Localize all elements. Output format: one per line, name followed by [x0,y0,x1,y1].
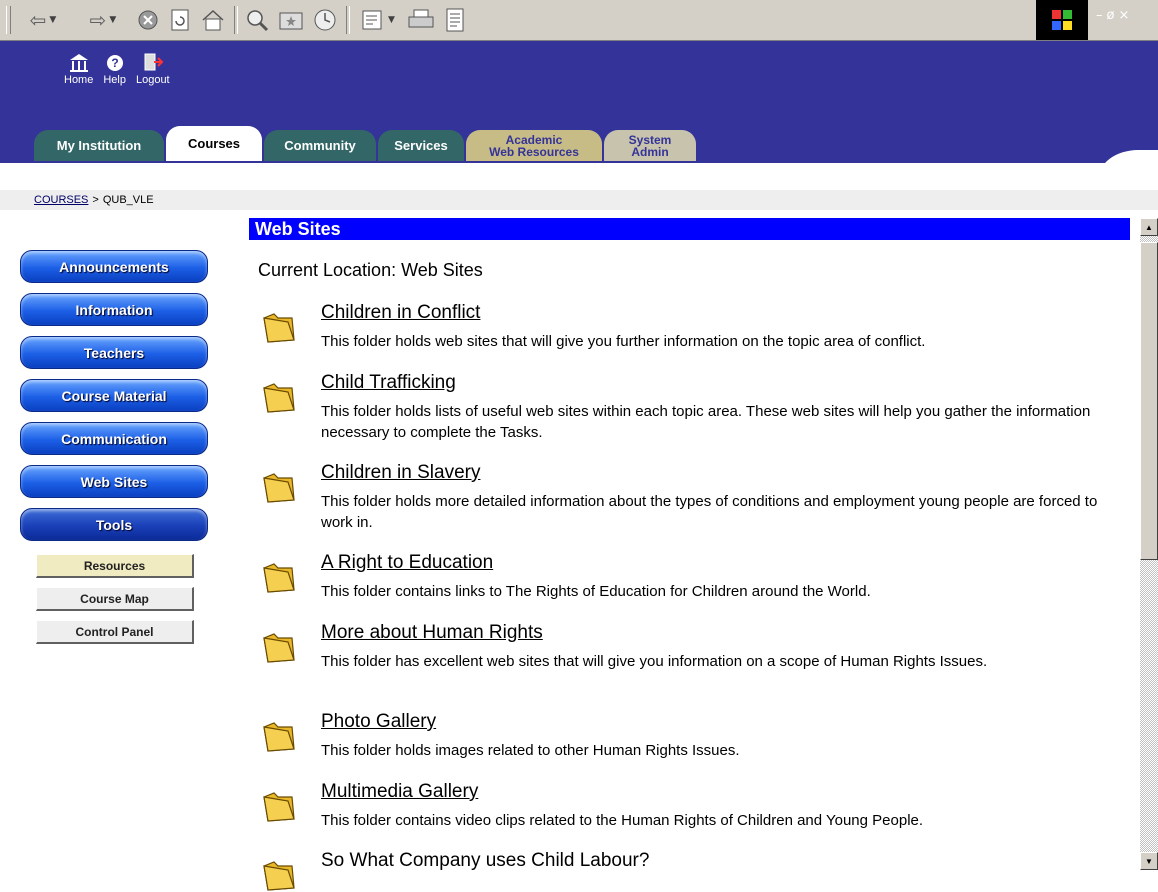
scrollbar-thumb[interactable] [1140,242,1158,560]
toolbar-separator [346,6,350,34]
favorites-icon [279,12,303,30]
folder-icon[interactable] [262,310,296,344]
home-icon [69,54,88,72]
folder-description: This folder holds web sites that will gi… [321,333,926,350]
stop-icon [138,10,158,30]
mail-button[interactable]: ▼ [354,6,402,34]
print-button[interactable] [406,6,436,34]
sub-menu-resources[interactable]: Resources [36,554,194,578]
folder-icon[interactable] [262,470,296,504]
mail-icon [362,10,382,30]
favorites-button[interactable] [276,6,306,34]
folder-link[interactable]: Child Trafficking [321,372,456,394]
menu-course-material[interactable]: Course Material [20,379,208,412]
page-title: Web Sites [249,218,1130,240]
back-icon: ⇦ [29,8,47,32]
folder-description: This folder contains links to The Rights… [321,583,871,600]
home-label: Home [64,74,94,86]
edit-icon [446,8,464,32]
tab-system-admin[interactable]: System Admin [604,130,696,161]
logout-icon [144,53,164,71]
help-label: Help [103,74,126,86]
sub-menu-control-panel[interactable]: Control Panel [36,620,194,644]
folder-link[interactable]: Multimedia Gallery [321,781,478,803]
scroll-down-button[interactable]: ▼ [1140,852,1158,870]
home-button[interactable] [198,6,228,34]
forward-icon: ⇨ [89,8,107,32]
arrow-down-icon: ▼ [1145,856,1153,866]
vertical-scrollbar[interactable]: ▲ ▼ [1140,218,1158,870]
windows-logo-icon [1036,0,1088,40]
minimize-icon[interactable]: – [1096,8,1107,23]
breadcrumb-courses-link[interactable]: COURSES [34,194,88,206]
toolbar-grip[interactable] [6,6,11,34]
portal-nav: Home ? Help Logout [64,52,170,86]
forward-button[interactable]: ⇨ ▼ [78,6,128,34]
breadcrumb-current: QUB_VLE [102,194,154,206]
folder-icon[interactable] [262,560,296,594]
scroll-up-button[interactable]: ▲ [1140,218,1158,236]
folder-link[interactable]: So What Company uses Child Labour? [321,850,649,872]
home-link[interactable]: Home [64,52,93,86]
search-icon [247,10,269,32]
menu-communication[interactable]: Communication [20,422,208,455]
edit-button[interactable] [440,6,470,34]
help-icon: ? [106,55,123,71]
course-menu: Announcements Information Teachers Cours… [20,250,208,551]
logout-label: Logout [135,74,170,86]
folder-description: This folder holds more detailed informat… [321,493,1098,531]
folder-link[interactable]: More about Human Rights [321,622,543,644]
close-icon[interactable]: × [1118,8,1133,23]
tab-community[interactable]: Community [264,130,376,161]
folder-description: This folder holds lists of useful web si… [321,403,1091,441]
menu-information[interactable]: Information [20,293,208,326]
current-location: Current Location: Web Sites [258,260,483,280]
refresh-icon [171,9,189,31]
print-icon [408,9,434,28]
refresh-button[interactable] [166,6,194,34]
folder-description: This folder has excellent web sites that… [321,653,988,670]
menu-announcements[interactable]: Announcements [20,250,208,283]
folder-icon[interactable] [262,380,296,414]
menu-tools[interactable]: Tools [20,508,208,541]
window-controls[interactable]: –ø× [1096,8,1133,23]
folder-description: This folder holds images related to othe… [321,742,740,759]
svg-text:?: ? [111,56,118,70]
home-icon [202,9,224,31]
history-icon [314,9,336,31]
folder-icon[interactable] [262,789,296,823]
breadcrumb-separator: > [92,194,99,206]
folder-icon[interactable] [262,858,296,892]
toolbar-separator [234,6,238,34]
arrow-up-icon: ▲ [1145,222,1153,232]
folder-link[interactable]: Children in Slavery [321,462,480,484]
breadcrumb: COURSES > QUB_VLE [0,190,1158,210]
browser-toolbar: ⇦ ▼ ⇨ ▼ ▼ –ø× [0,0,1158,41]
folder-icon[interactable] [262,630,296,664]
help-link[interactable]: ? Help [103,52,126,86]
stop-button[interactable] [134,6,162,34]
folder-icon[interactable] [262,719,296,753]
tab-my-institution[interactable]: My Institution [34,130,164,161]
folder-link[interactable]: Photo Gallery [321,711,436,733]
tab-courses[interactable]: Courses [166,126,262,161]
course-sub-menu: Resources Course Map Control Panel [36,554,194,653]
restore-icon[interactable]: ø [1107,8,1119,23]
folder-link[interactable]: A Right to Education [321,552,493,574]
back-button[interactable]: ⇦ ▼ [18,6,68,34]
tab-academic-web-resources[interactable]: Academic Web Resources [466,130,602,161]
folder-description: This folder contains video clips related… [321,812,924,829]
tab-services[interactable]: Services [378,130,464,161]
logout-link[interactable]: Logout [136,52,170,86]
search-button[interactable] [242,6,272,34]
folder-link[interactable]: Children in Conflict [321,302,480,324]
menu-teachers[interactable]: Teachers [20,336,208,369]
sub-menu-course-map[interactable]: Course Map [36,587,194,611]
history-button[interactable] [310,6,340,34]
menu-web-sites[interactable]: Web Sites [20,465,208,498]
